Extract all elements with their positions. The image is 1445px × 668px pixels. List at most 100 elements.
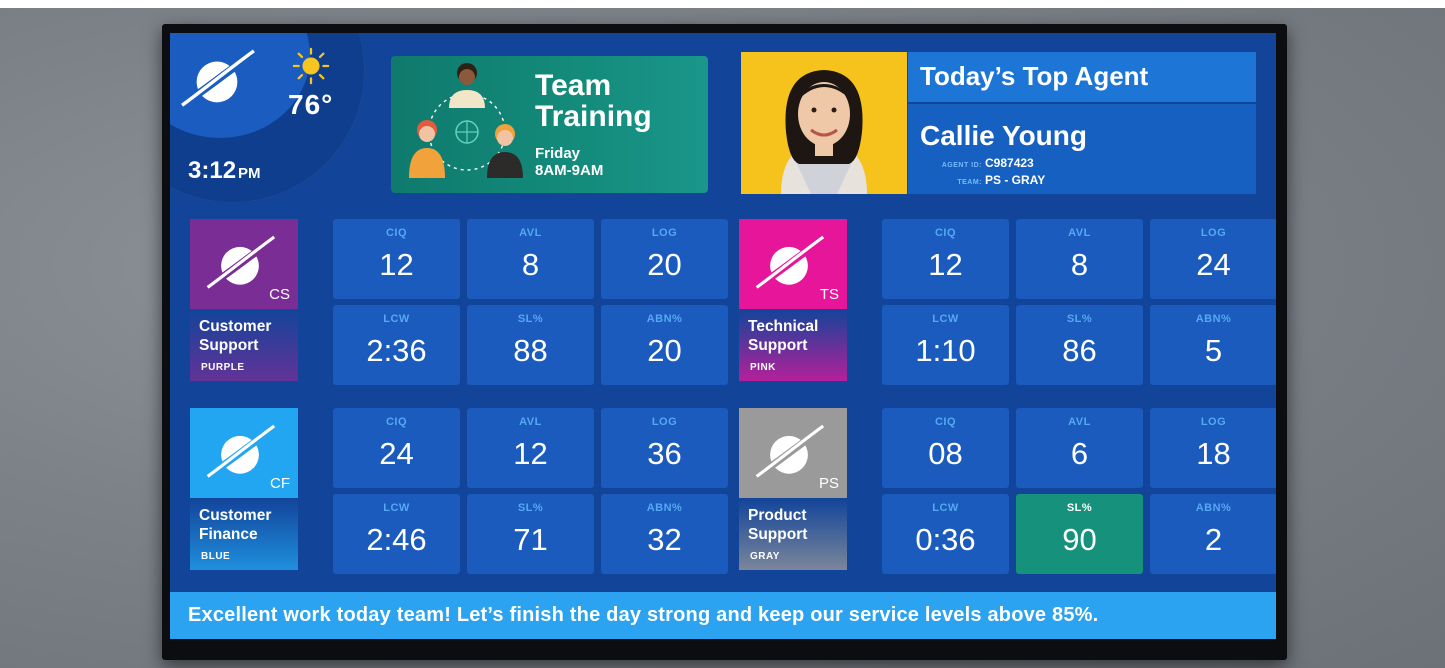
metric-tile-ps-avl: AVL 6 [1016,408,1143,488]
team-name-line1: Product [748,507,807,524]
metric-value: 2:46 [366,522,427,557]
metric-label: AVL [1068,227,1091,239]
metric-tile-ts-log: LOG 24 [1150,219,1276,299]
metric-value: 2:36 [366,333,427,368]
message-ticker: Excellent work today team! Let’s finish … [170,592,1276,639]
metric-tile-ps-lcw: LCW 0:36 [882,494,1009,574]
metric-tile-ts-avl: AVL 8 [1016,219,1143,299]
clock-time: 3:12 PM [188,157,261,185]
metric-tile-cs-log: LOG 20 [601,219,728,299]
agent-id: C987423 [985,156,1034,170]
team-logo-ts: TS [739,219,847,309]
metric-label: SL% [1066,502,1093,514]
team-color-name: PINK [750,362,776,373]
team-logo-cf: CF [190,408,298,498]
metric-value: 12 [928,247,963,282]
metric-label: CIQ [934,416,957,428]
metric-value: 18 [1196,436,1231,471]
metric-value: 24 [379,436,414,471]
clock-ampm: PM [238,165,261,182]
metric-value: 5 [1204,333,1223,368]
team-name-line1: Technical [748,318,819,335]
agent-team: PS - GRAY [985,173,1046,187]
metric-tile-cf-ciq: CIQ 24 [333,408,460,488]
metric-label: SL% [517,313,544,325]
metric-tile-ps-log: LOG 18 [1150,408,1276,488]
team-label-cs: Customer Support PURPLE [190,309,298,381]
top-agent-heading: Today’s Top Agent [920,61,1149,91]
metric-value: 20 [647,247,682,282]
team-name-line2: Finance [199,526,258,543]
metric-label: LCW [932,502,959,514]
metric-value: 86 [1062,333,1097,368]
agent-team-label: TEAM: [957,179,982,186]
metric-label: LCW [932,313,959,325]
training-day: Friday [535,145,581,162]
team-color-name: BLUE [201,551,231,562]
metric-tile-ts-lcw: LCW 1:10 [882,305,1009,385]
metric-label: ABN% [646,313,683,325]
metric-tile-ts-abn-pct: ABN% 5 [1150,305,1276,385]
metric-label: AVL [519,416,542,428]
metric-tile-cs-ciq: CIQ 12 [333,219,460,299]
metric-value: 71 [513,522,548,557]
metric-value: 1:10 [915,333,976,368]
metric-tile-ts-ciq: CIQ 12 [882,219,1009,299]
metric-tile-cs-sl-pct: SL% 88 [467,305,594,385]
ticker-message: Excellent work today team! Let’s finish … [188,604,1099,626]
dashboard-screen: 76° 3:12PM Team Training Friday 8AM-9AM [170,33,1276,639]
metric-tile-ts-sl-pct: SL% 86 [1016,305,1143,385]
metric-tile-ps-abn-pct: ABN% 2 [1150,494,1276,574]
metric-value: 12 [379,247,414,282]
metric-label: ABN% [1195,502,1232,514]
team-name: Customer Support [199,317,271,355]
metric-tile-cs-avl: AVL 8 [467,219,594,299]
metric-tile-cf-lcw: LCW 2:46 [333,494,460,574]
agent-photo [741,52,907,194]
team-name-line1: Customer [199,318,272,335]
metric-tile-cf-avl: AVL 12 [467,408,594,488]
metric-label: AVL [1068,416,1091,428]
metric-label: AVL [519,227,542,239]
team-name: Technical Support [748,317,818,355]
top-agent-header: Today’s Top Agent [908,52,1256,102]
metric-tile-ps-sl-pct: SL% 90 [1016,494,1143,574]
team-code: CS [269,286,290,303]
wall-top-strip [0,0,1445,8]
metric-value: 90 [1062,522,1097,557]
training-title: Team Training [535,69,652,133]
team-name: Customer Finance [199,506,271,544]
metric-label: LOG [651,416,678,428]
metric-value: 36 [647,436,682,471]
planet-logo-icon [755,424,825,478]
team-training-card: Team Training Friday 8AM-9AM [391,56,708,193]
metric-label: CIQ [934,227,957,239]
metric-label: CIQ [385,416,408,428]
metric-value: 8 [1070,247,1089,282]
top-agent-details: Callie Young AGENT ID: C987423 TEAM: PS - … [908,104,1256,194]
metric-value: 2 [1204,522,1223,557]
team-name-line2: Support [748,337,808,354]
agent-avatar-icon [781,70,867,194]
metric-value: 32 [647,522,682,557]
metric-value: 88 [513,333,548,368]
planet-logo-icon [755,235,825,289]
team-code: CF [270,475,290,492]
team-name-line2: Support [199,337,259,354]
team-code: TS [819,286,839,303]
team-color-name: PURPLE [201,362,245,373]
team-code: PS [818,475,839,492]
metric-label: LOG [1200,227,1227,239]
metric-tile-cs-lcw: LCW 2:36 [333,305,460,385]
metric-value: 6 [1070,436,1089,471]
planet-logo-icon [206,235,276,289]
planet-logo-icon [206,424,276,478]
agent-id-label: AGENT ID: [941,162,982,169]
team-name-line2: Support [748,526,808,543]
team-label-cf: Customer Finance BLUE [190,498,298,570]
team-name-line1: Customer [199,507,272,524]
metric-tile-cf-sl-pct: SL% 71 [467,494,594,574]
metric-tile-cs-abn-pct: ABN% 20 [601,305,728,385]
team-logo-cs: CS [190,219,298,309]
metric-value: 08 [928,436,963,471]
